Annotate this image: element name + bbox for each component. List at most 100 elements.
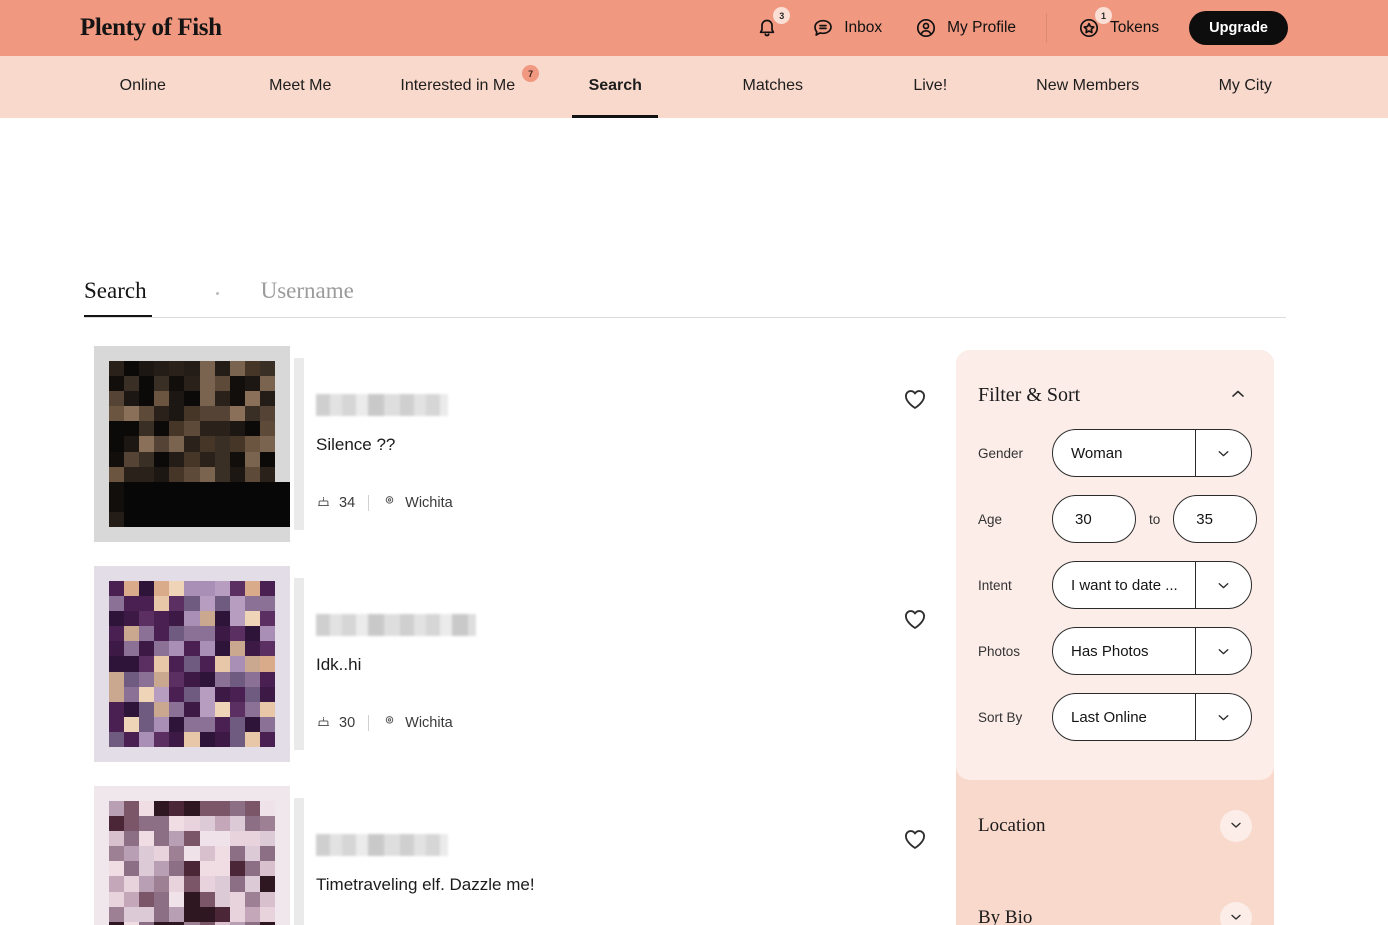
photo-pixel <box>274 701 290 717</box>
photo-pixel <box>214 686 230 702</box>
photo-pixel <box>124 626 140 642</box>
profile-photo[interactable] <box>94 566 290 762</box>
photo-pixel <box>154 346 170 362</box>
filter-panel: Location By Bio Filter & Sort Gender Wom… <box>956 350 1274 925</box>
photo-pixel <box>154 436 170 452</box>
inbox-button[interactable]: Inbox <box>795 16 898 40</box>
photo-pixel <box>214 451 230 467</box>
tab-search[interactable]: Search <box>84 278 147 317</box>
favorite-button[interactable] <box>898 822 932 859</box>
photo-pixel <box>124 801 140 817</box>
photo-pixel <box>244 626 260 642</box>
photo-peek <box>294 358 304 530</box>
chevron-down-icon <box>1195 430 1251 476</box>
location-pin-icon <box>382 713 397 732</box>
sort-by-select[interactable]: Last Online <box>1052 693 1252 741</box>
photo-pixel <box>259 391 275 407</box>
photo-pixel <box>94 641 110 657</box>
photo-pixel <box>154 701 170 717</box>
photo-pixel <box>124 686 140 702</box>
photo-pixel <box>244 346 260 362</box>
nav-item-matches[interactable]: Matches <box>694 56 852 118</box>
filter-section-location[interactable]: Location <box>978 810 1252 842</box>
photo-pixel <box>94 611 110 627</box>
photo-pixel <box>214 731 230 747</box>
username-blurred <box>316 614 476 636</box>
photo-pixel <box>184 626 200 642</box>
photo-pixel <box>154 451 170 467</box>
filter-collapse-button[interactable] <box>1224 380 1252 411</box>
photo-pixel <box>139 816 155 832</box>
photo-pixel <box>199 831 215 847</box>
photo-pixel <box>139 436 155 452</box>
favorite-button[interactable] <box>898 602 932 639</box>
nav-label: My City <box>1218 77 1272 94</box>
tab-username[interactable]: Username <box>261 278 354 317</box>
photo-pixel <box>139 801 155 817</box>
photo-pixel <box>229 566 245 582</box>
nav-item-interested-in-me[interactable]: Interested in Me 7 <box>379 56 540 118</box>
photos-select[interactable]: Has Photos <box>1052 627 1252 675</box>
age-max-input[interactable]: 35 <box>1173 495 1258 543</box>
profile-photo[interactable] <box>94 786 290 925</box>
nav-item-my-city[interactable]: My City <box>1167 56 1325 118</box>
photo-pixel <box>244 876 260 892</box>
photo-pixel <box>169 686 185 702</box>
profile-photo[interactable] <box>94 346 290 542</box>
result-card[interactable]: Silence ?? 34 Wichita <box>84 346 950 566</box>
photo-pixel <box>154 716 170 732</box>
my-profile-button[interactable]: My Profile <box>898 16 1032 40</box>
photo-pixel <box>259 786 275 802</box>
photo-pixel <box>214 406 230 422</box>
my-profile-label: My Profile <box>947 19 1017 36</box>
photo-pixel <box>184 566 200 582</box>
photo-pixel <box>214 421 230 437</box>
photo-pixel <box>229 716 245 732</box>
gender-select[interactable]: Woman <box>1052 429 1252 477</box>
photo-pixel <box>94 361 110 377</box>
photo-pixel <box>214 626 230 642</box>
photo-pixel <box>184 716 200 732</box>
photo-pixel <box>199 786 215 802</box>
photo-pixel <box>109 846 125 862</box>
photo-pixel <box>109 906 125 922</box>
photo-pixel <box>169 816 185 832</box>
result-card[interactable]: Idk..hi 30 Wichita <box>84 566 950 786</box>
tab-active-underline <box>84 315 152 317</box>
filter-section-by-bio[interactable]: By Bio <box>978 902 1252 925</box>
notifications-button[interactable]: 3 <box>739 7 795 40</box>
age-chunk: 30 <box>316 713 355 732</box>
photo-pixel <box>244 731 260 747</box>
nav-item-new-members[interactable]: New Members <box>1009 56 1167 118</box>
photo-peek <box>294 798 304 925</box>
favorite-button[interactable] <box>898 382 932 419</box>
photo-pixel <box>244 786 260 802</box>
intent-select[interactable]: I want to date ... <box>1052 561 1252 609</box>
photo-pixel <box>274 891 290 907</box>
photo-pixel <box>184 346 200 362</box>
nav-item-search[interactable]: Search <box>537 56 695 118</box>
upgrade-button[interactable]: Upgrade <box>1189 11 1288 45</box>
nav-item-online[interactable]: Online <box>64 56 222 118</box>
age-min-input[interactable]: 30 <box>1052 495 1136 543</box>
nav-item-live[interactable]: Live! <box>852 56 1010 118</box>
photo-pixel <box>124 861 140 877</box>
photo-pixel <box>169 846 185 862</box>
photo-pixel <box>214 596 230 612</box>
photo-pixel <box>139 626 155 642</box>
nav-item-meet-me[interactable]: Meet Me <box>222 56 380 118</box>
photo-pixel <box>109 391 125 407</box>
by-bio-expand-button[interactable] <box>1220 902 1252 925</box>
photo-pixel <box>274 656 290 672</box>
photo-pixel <box>124 701 140 717</box>
photo-pixel <box>139 511 155 527</box>
result-card[interactable]: Timetraveling elf. Dazzle me! <box>84 786 950 925</box>
brand-logo[interactable]: Plenty of Fish <box>80 14 222 42</box>
photo-pixel <box>139 421 155 437</box>
tokens-button[interactable]: 1 Tokens <box>1061 7 1175 40</box>
location-expand-button[interactable] <box>1220 810 1252 842</box>
photo-pixel <box>169 376 185 392</box>
photo-pixel <box>259 731 275 747</box>
filter-header: Filter & Sort <box>978 380 1252 411</box>
photo-pixel <box>229 701 245 717</box>
